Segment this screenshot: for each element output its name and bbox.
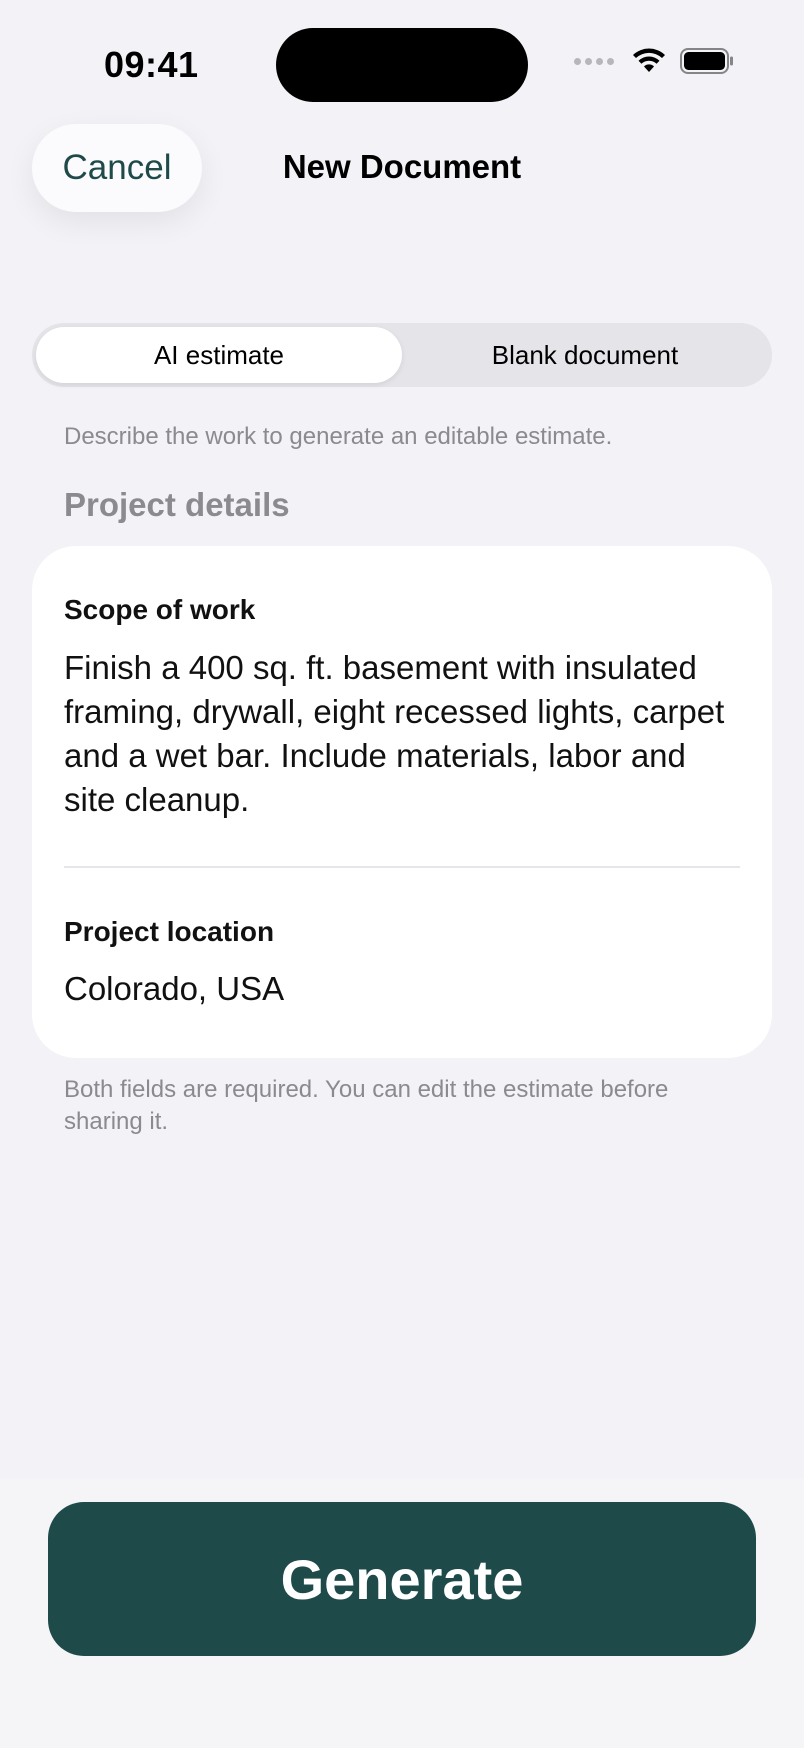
status-icons <box>574 48 734 74</box>
status-bar: 09:41 <box>0 0 804 120</box>
project-location-input[interactable]: Colorado, USA <box>64 970 284 1008</box>
battery-icon <box>680 48 733 74</box>
footnote-text: Both fields are required. You can edit t… <box>64 1076 669 1135</box>
hint-text: Describe the work to generate an editabl… <box>64 423 613 450</box>
page-title: New Document <box>282 148 522 185</box>
project-details-card: Scope of work Finish a 400 sq. ft. basem… <box>32 546 772 1058</box>
bottom-action-area: Generate <box>0 1478 804 1748</box>
section-title: Project details <box>64 486 290 523</box>
status-time: 09:41 <box>104 44 199 85</box>
cancel-button[interactable]: Cancel <box>32 124 202 212</box>
segment-blank-document[interactable]: Blank document <box>402 327 768 383</box>
scope-of-work-input[interactable]: Finish a 400 sq. ft. basement with insul… <box>64 646 744 822</box>
generate-button[interactable]: Generate <box>48 1502 756 1656</box>
wifi-icon <box>633 48 665 72</box>
dynamic-island <box>276 28 528 102</box>
scope-label: Scope of work <box>64 594 256 625</box>
document-type-segmented-control: AI estimate Blank document <box>32 323 772 387</box>
location-label: Project location <box>64 916 275 947</box>
signal-dots-icon <box>574 57 614 65</box>
segment-ai-estimate[interactable]: AI estimate <box>36 327 402 383</box>
field-divider <box>64 866 740 868</box>
